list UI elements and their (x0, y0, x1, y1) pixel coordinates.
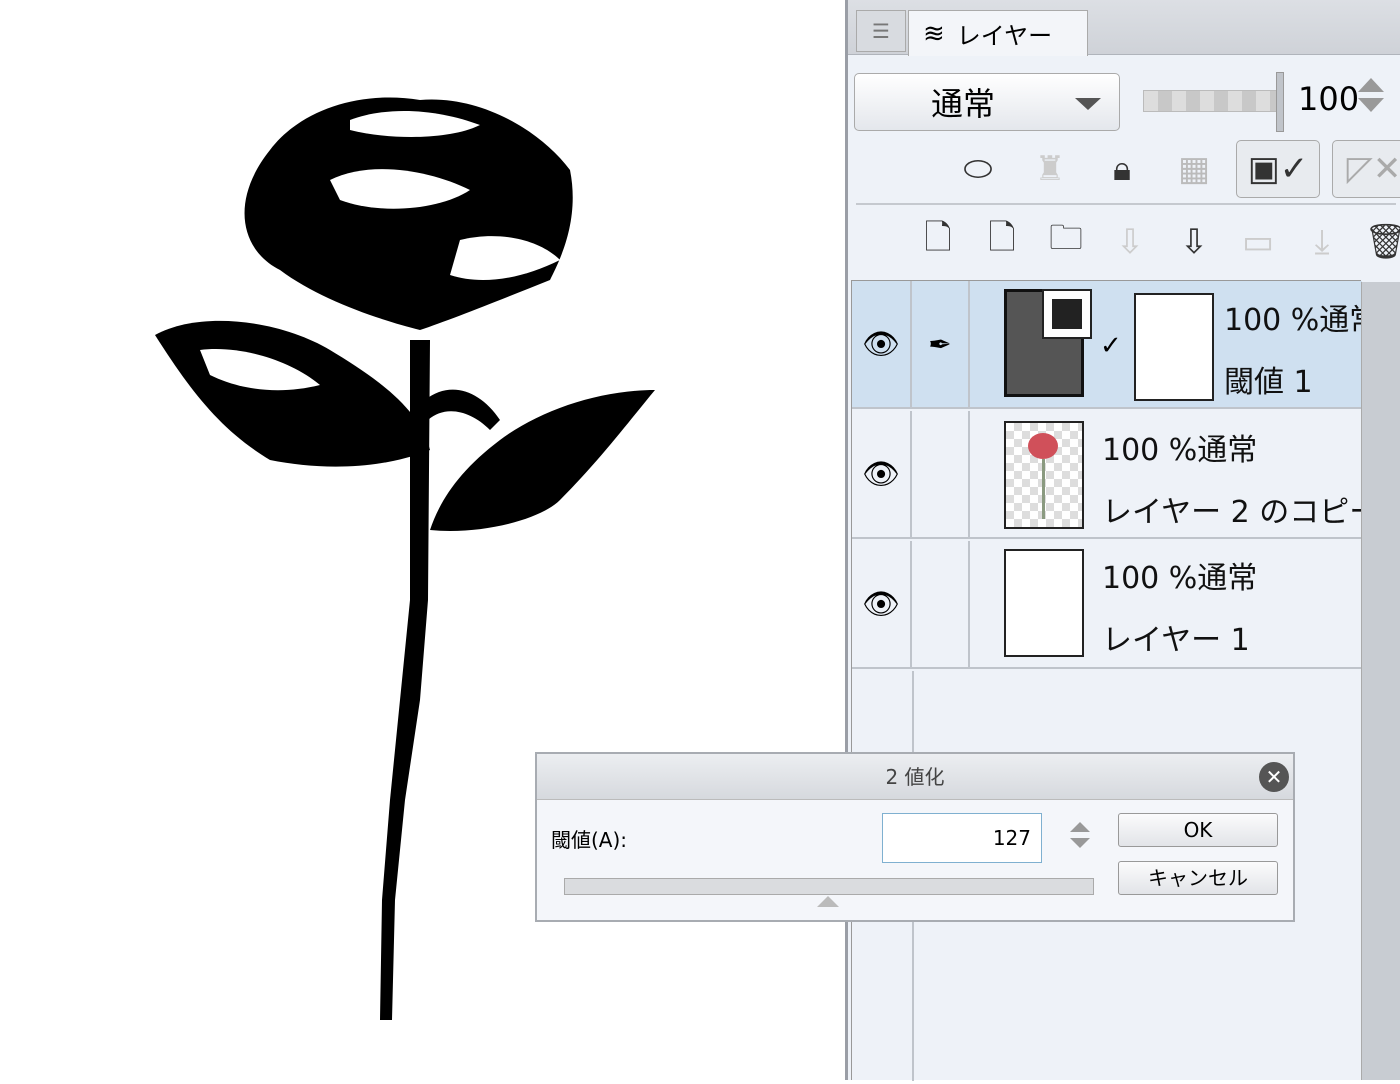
layers-icon: ≋ (923, 18, 945, 49)
layer-list-scrollbar[interactable] (1361, 282, 1400, 1080)
threshold-slider-handle[interactable] (816, 896, 839, 907)
apply-mask-icon[interactable]: ⤓ (1292, 213, 1352, 271)
divider (856, 203, 1396, 205)
new-raster-layer-icon[interactable]: 🗋 (908, 213, 968, 271)
layer-opacity-mode: 100 %通常 (1224, 303, 1380, 338)
layer-action-toolbar: 🗋 🗋 🗀 ⇩ ⇩ ▭ ⤓ 🗑 (908, 213, 1400, 271)
layer-property-toolbar: ⬭ ♜ 🔒︎ ▦ ▣✓ ◸✕ (948, 140, 1400, 198)
panel-menu-icon[interactable]: ☰ (856, 10, 906, 52)
pen-icon: ✒ (912, 281, 970, 407)
threshold-spinner[interactable] (1070, 822, 1090, 848)
threshold-label: 閾値(A): (551, 828, 628, 852)
blend-mode-value: 通常 (931, 85, 996, 123)
delete-layer-icon[interactable]: 🗑 (1356, 213, 1400, 271)
dialog-title[interactable]: 2 値化 (537, 754, 1293, 800)
reference-layer-icon[interactable]: ♜ (1020, 140, 1080, 198)
spin-up-icon[interactable] (1070, 822, 1090, 832)
binarize-dialog: 2 値化 ✕ 閾値(A): 127 OK キャンセル (535, 752, 1295, 922)
eye-icon[interactable]: 👁 (852, 541, 912, 667)
mask-link-check-icon: ✓ (1100, 331, 1122, 361)
chevron-down-icon (1075, 98, 1101, 110)
pen-column (912, 411, 970, 537)
tab-layer-label: レイヤー (956, 22, 1053, 50)
new-vector-layer-icon[interactable]: 🗋 (972, 213, 1032, 271)
mask-enable-icon[interactable]: ▣✓ (1236, 140, 1320, 198)
layer-thumbnail (1004, 421, 1084, 529)
lock-layer-icon[interactable]: 🔒︎ (1092, 140, 1152, 198)
layer-list: 👁 ✒ ✓ 100 %通常 閾値 1 👁 100 %通常 レイヤー 2 のコピー… (851, 280, 1379, 1081)
opacity-slider[interactable] (1143, 90, 1278, 112)
opacity-slider-handle[interactable] (1276, 72, 1284, 132)
eye-icon[interactable]: 👁 (852, 411, 912, 537)
layer-row[interactable]: 👁 100 %通常 レイヤー 1 (852, 541, 1362, 669)
clip-to-layer-below-icon[interactable]: ⬭ (948, 140, 1008, 198)
ok-button[interactable]: OK (1118, 813, 1278, 847)
layer-row[interactable]: 👁 ✒ ✓ 100 %通常 閾値 1 (852, 281, 1379, 409)
pen-column (912, 541, 970, 667)
tab-layer[interactable]: ≋ レイヤー (908, 10, 1088, 56)
blend-mode-dropdown[interactable]: 通常 (854, 73, 1120, 131)
eye-icon[interactable]: 👁 (852, 281, 912, 407)
mask-thumbnail (1134, 293, 1214, 401)
panel-tab-strip: ☰ ≋ レイヤー (848, 0, 1400, 56)
spin-down-icon[interactable] (1358, 98, 1384, 112)
threshold-slider[interactable] (564, 878, 1094, 895)
layer-name[interactable]: レイヤー 2 のコピー (1102, 487, 1379, 531)
cancel-button[interactable]: キャンセル (1118, 861, 1278, 895)
correction-layer-icon (1042, 289, 1092, 339)
layer-row[interactable]: 👁 100 %通常 レイヤー 2 のコピー (852, 411, 1379, 539)
close-icon[interactable]: ✕ (1259, 762, 1289, 792)
ruler-display-icon[interactable]: ◸✕ (1332, 140, 1400, 198)
spin-up-icon[interactable] (1358, 78, 1384, 92)
layer-opacity-mode: 100 %通常 (1102, 433, 1258, 468)
layer-name[interactable]: レイヤー 1 (1102, 615, 1250, 659)
threshold-input[interactable]: 127 (882, 813, 1042, 863)
new-folder-icon[interactable]: 🗀 (1036, 213, 1096, 271)
create-mask-icon[interactable]: ▭ (1228, 213, 1288, 271)
merge-down-icon[interactable]: ⇩ (1164, 213, 1224, 271)
transfer-to-lower-layer-icon[interactable]: ⇩ (1100, 213, 1160, 271)
layer-opacity-mode: 100 %通常 (1102, 561, 1258, 596)
layer-name[interactable]: 閾値 1 (1224, 357, 1313, 401)
opacity-spinner[interactable] (1358, 78, 1384, 128)
opacity-value[interactable]: 100 (1298, 80, 1359, 118)
lock-transparency-icon[interactable]: ▦ (1164, 140, 1224, 198)
layer-thumbnail (1004, 549, 1084, 657)
spin-down-icon[interactable] (1070, 838, 1090, 848)
